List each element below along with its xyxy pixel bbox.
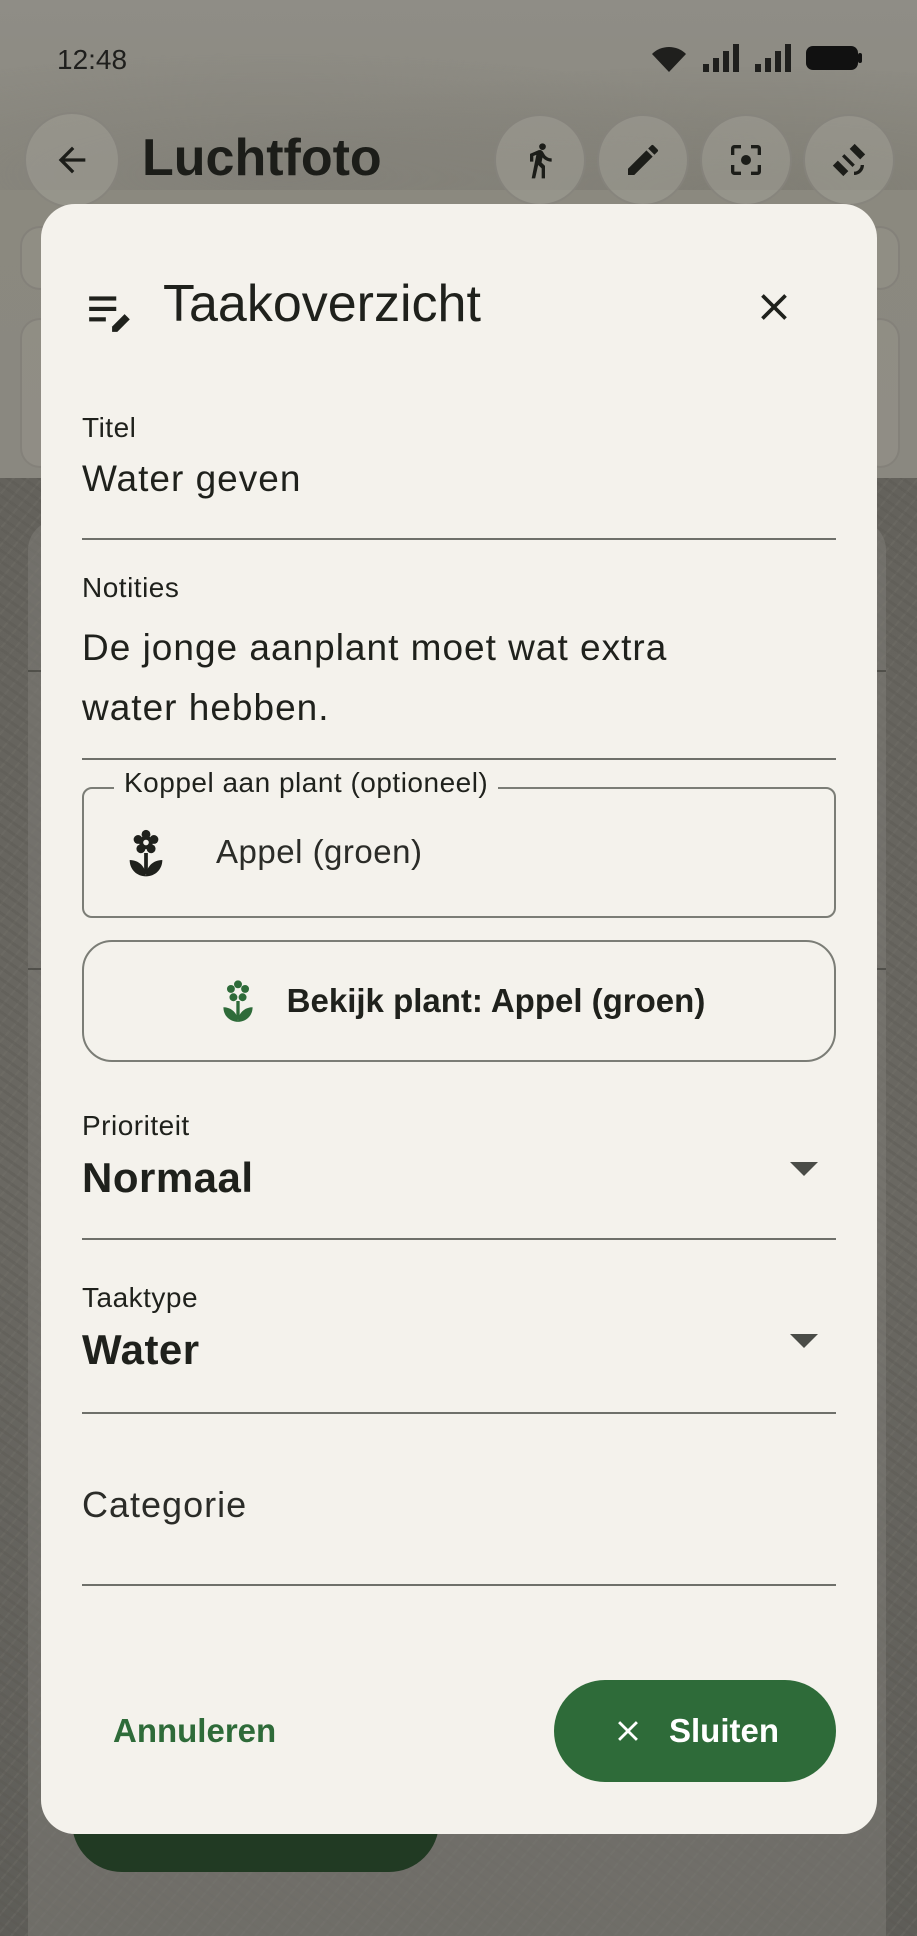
chevron-down-icon (790, 1162, 818, 1176)
task-type-label: Taaktype (82, 1282, 199, 1313)
close-icon (761, 294, 787, 320)
status-bar: 12:48 (0, 0, 917, 110)
category-field[interactable]: Categorie (82, 1484, 836, 1586)
page-title: Luchtfoto (142, 129, 382, 187)
title-field-value[interactable]: Water geven (82, 458, 836, 500)
title-field-label: Titel (82, 412, 137, 443)
arrow-back-icon (58, 146, 86, 174)
satellite-icon (832, 143, 866, 177)
close-icon (618, 1721, 638, 1741)
flower-icon-green (223, 980, 253, 1022)
wifi-icon (652, 46, 686, 72)
dialog-close-button[interactable] (741, 274, 807, 340)
priority-label: Prioriteit (82, 1110, 190, 1141)
priority-select[interactable]: Prioriteit Normaal (82, 1110, 836, 1240)
notes-field-label: Notities (82, 572, 180, 603)
edit-note-icon (89, 296, 130, 332)
view-plant-button[interactable]: Bekijk plant: Appel (groen) (82, 940, 836, 1062)
cancel-button[interactable]: Annuleren (113, 1680, 276, 1782)
status-time: 12:48 (57, 44, 128, 75)
flower-icon (129, 829, 163, 877)
walk-icon (530, 143, 552, 179)
task-type-value: Water (82, 1326, 200, 1373)
dialog-title: Taakoverzicht (163, 275, 481, 333)
task-type-select[interactable]: Taaktype Water (82, 1282, 836, 1414)
pencil-icon (628, 144, 658, 175)
dialog-header: Taakoverzicht (41, 204, 877, 404)
back-button[interactable] (24, 112, 120, 208)
chevron-down-icon (790, 1334, 818, 1348)
notes-field-value[interactable]: De jonge aanplant moet wat extra water h… (82, 618, 836, 738)
notes-field[interactable]: Notities De jonge aanplant moet wat extr… (82, 572, 836, 760)
priority-value: Normaal (82, 1154, 254, 1201)
signal-icon-2 (755, 44, 791, 72)
link-plant-field[interactable]: Koppel aan plant (optioneel) Appel (groe… (82, 767, 836, 918)
close-button-label: Sluiten (668, 1712, 779, 1749)
category-placeholder[interactable]: Categorie (82, 1484, 836, 1526)
walk-button[interactable] (494, 114, 586, 206)
focus-icon (731, 145, 761, 175)
focus-button[interactable] (700, 114, 792, 206)
view-plant-label: Bekijk plant: Appel (groen) (286, 982, 706, 1019)
task-overview-dialog: Taakoverzicht Titel Water geven Notities… (41, 204, 877, 1834)
title-field[interactable]: Titel Water geven (82, 412, 836, 540)
link-plant-label: Koppel aan plant (optioneel) (114, 767, 499, 799)
edit-button[interactable] (597, 114, 689, 206)
battery-icon (806, 46, 862, 70)
signal-icon (703, 44, 739, 72)
link-plant-value: Appel (groen) (216, 833, 423, 870)
close-button[interactable]: Sluiten (554, 1680, 836, 1782)
satellite-button[interactable] (803, 114, 895, 206)
